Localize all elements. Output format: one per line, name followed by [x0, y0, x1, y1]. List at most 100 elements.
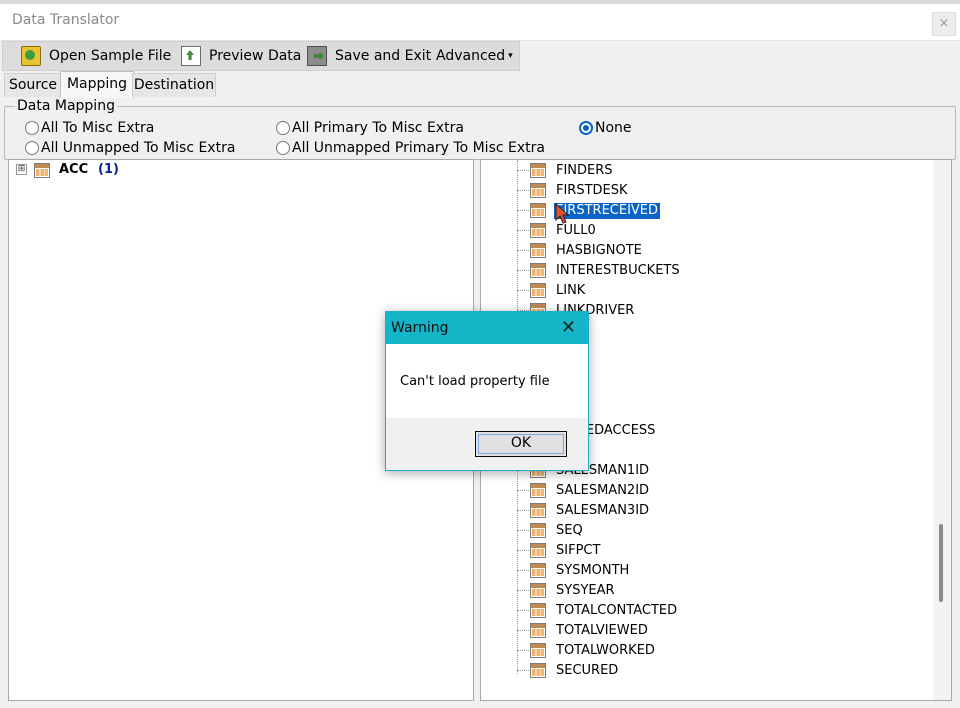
save-and-exit-label: Save and Exit — [335, 48, 432, 64]
tree-connector — [517, 230, 529, 231]
field-icon — [530, 603, 546, 618]
tree-row[interactable]: FULL0 — [481, 221, 921, 241]
field-label: TOTALVIEWED — [556, 623, 648, 638]
data-mapping-group: Data Mapping All To Misc Extra All Prima… — [4, 98, 956, 160]
tree-row[interactable]: TOTALWORKED — [481, 641, 921, 661]
field-icon — [530, 483, 546, 498]
tree-connector — [517, 650, 529, 651]
title-bar: Data Translator × — [0, 4, 960, 41]
window-close-button[interactable]: × — [932, 12, 956, 36]
field-icon — [530, 543, 546, 558]
open-sample-file-label: Open Sample File — [49, 48, 172, 64]
tree-row[interactable]: SIFPCT — [481, 541, 921, 561]
mouse-pointer-icon — [555, 203, 569, 225]
radio-circle — [25, 121, 39, 135]
window-title: Data Translator — [12, 12, 120, 28]
tree-row[interactable]: FINDERS — [481, 161, 921, 181]
radio-label: All Unmapped Primary To Misc Extra — [292, 140, 545, 156]
table-icon — [34, 163, 50, 178]
field-label: FULL0 — [556, 223, 596, 238]
tree-row[interactable]: SALESMAN2ID — [481, 481, 921, 501]
dialog-message: Can't load property file — [400, 374, 550, 389]
dialog-title: Warning — [391, 320, 449, 336]
chevron-down-icon: ▾ — [508, 51, 513, 61]
radio-label: All Primary To Misc Extra — [292, 120, 464, 136]
tree-row[interactable]: TOTALCONTACTED — [481, 601, 921, 621]
tree-connector — [517, 190, 529, 191]
radio-circle — [25, 141, 39, 155]
tree-connector — [517, 490, 529, 491]
field-label: FINDERS — [556, 163, 613, 178]
tree-row[interactable]: SECURED — [481, 661, 921, 681]
field-icon — [530, 583, 546, 598]
tree-row[interactable]: SALESMAN3ID — [481, 501, 921, 521]
radio-all-unmapped-primary-to-misc-extra[interactable]: All Unmapped Primary To Misc Extra — [276, 140, 545, 156]
scrollbar-thumb[interactable] — [939, 524, 943, 602]
tree-row[interactable]: HASBIGNOTE — [481, 241, 921, 261]
tab-mapping[interactable]: Mapping — [60, 71, 134, 98]
tree-row[interactable]: TOTALVIEWED — [481, 621, 921, 641]
field-icon — [530, 183, 546, 198]
tab-source[interactable]: Source — [4, 73, 62, 97]
tree-connector — [517, 210, 529, 211]
tree-row[interactable]: SEQ — [481, 521, 921, 541]
tree-connector — [517, 550, 529, 551]
save-and-exit-button[interactable]: Save and Exit — [307, 45, 431, 67]
tree-row[interactable]: SYSMONTH — [481, 561, 921, 581]
field-icon — [530, 503, 546, 518]
radio-label: All To Misc Extra — [41, 120, 155, 136]
tree-connector — [517, 510, 529, 511]
radio-circle — [276, 121, 290, 135]
field-label: SECURED — [556, 663, 619, 678]
expand-icon[interactable]: ⊞ — [16, 164, 27, 175]
vertical-scrollbar[interactable] — [933, 160, 951, 700]
preview-icon — [181, 46, 201, 66]
tree-node-acc[interactable]: ACC — [59, 162, 88, 177]
tree-connector — [517, 670, 529, 671]
tree-connector — [517, 290, 529, 291]
radio-label: None — [595, 120, 632, 136]
tree-connector — [517, 250, 529, 251]
field-label: LINK — [556, 283, 586, 298]
folder-open-icon — [21, 46, 41, 66]
field-label: SIFPCT — [556, 543, 601, 558]
field-label: SYSMONTH — [556, 563, 630, 578]
radio-all-primary-to-misc-extra[interactable]: All Primary To Misc Extra — [276, 120, 464, 136]
close-icon[interactable]: ✕ — [561, 317, 576, 338]
field-label: INTERESTBUCKETS — [556, 263, 680, 278]
warning-dialog: Warning ✕ Can't load property file OK — [385, 311, 589, 471]
field-icon — [530, 623, 546, 638]
tree-node-count: (1) — [98, 162, 119, 177]
toolbar: Open Sample File Preview Data Save and E… — [2, 41, 520, 71]
tree-row[interactable]: FIRSTRECEIVED — [481, 201, 921, 221]
advanced-menu-button[interactable]: Advanced ▾ — [436, 45, 513, 67]
dialog-title-bar: Warning ✕ — [386, 312, 588, 344]
radio-label: All Unmapped To Misc Extra — [41, 140, 236, 156]
radio-all-to-misc-extra[interactable]: All To Misc Extra — [25, 120, 154, 136]
tree-connector — [517, 590, 529, 591]
tree-row[interactable]: SYSYEAR — [481, 581, 921, 601]
ok-button[interactable]: OK — [475, 431, 567, 457]
radio-circle — [579, 121, 593, 135]
tree-connector — [517, 570, 529, 571]
tree-row[interactable]: FIRSTDESK — [481, 181, 921, 201]
tree-row[interactable]: INTERESTBUCKETS — [481, 261, 921, 281]
dialog-footer: OK — [386, 418, 588, 470]
field-icon — [530, 563, 546, 578]
tree-connector — [517, 530, 529, 531]
save-exit-icon — [307, 46, 327, 66]
field-icon — [530, 243, 546, 258]
radio-none[interactable]: None — [579, 120, 632, 136]
tab-destination[interactable]: Destination — [132, 73, 216, 97]
data-mapping-legend: Data Mapping — [15, 98, 117, 114]
tree-row[interactable]: LINK — [481, 281, 921, 301]
advanced-label: Advanced — [436, 48, 506, 64]
preview-data-button[interactable]: Preview Data — [181, 45, 301, 67]
field-label: HASBIGNOTE — [556, 243, 642, 258]
field-label: TOTALCONTACTED — [556, 603, 678, 618]
tree-connector — [517, 630, 529, 631]
radio-all-unmapped-to-misc-extra[interactable]: All Unmapped To Misc Extra — [25, 140, 235, 156]
open-sample-file-button[interactable]: Open Sample File — [21, 45, 171, 67]
field-icon — [530, 223, 546, 238]
field-icon — [530, 263, 546, 278]
